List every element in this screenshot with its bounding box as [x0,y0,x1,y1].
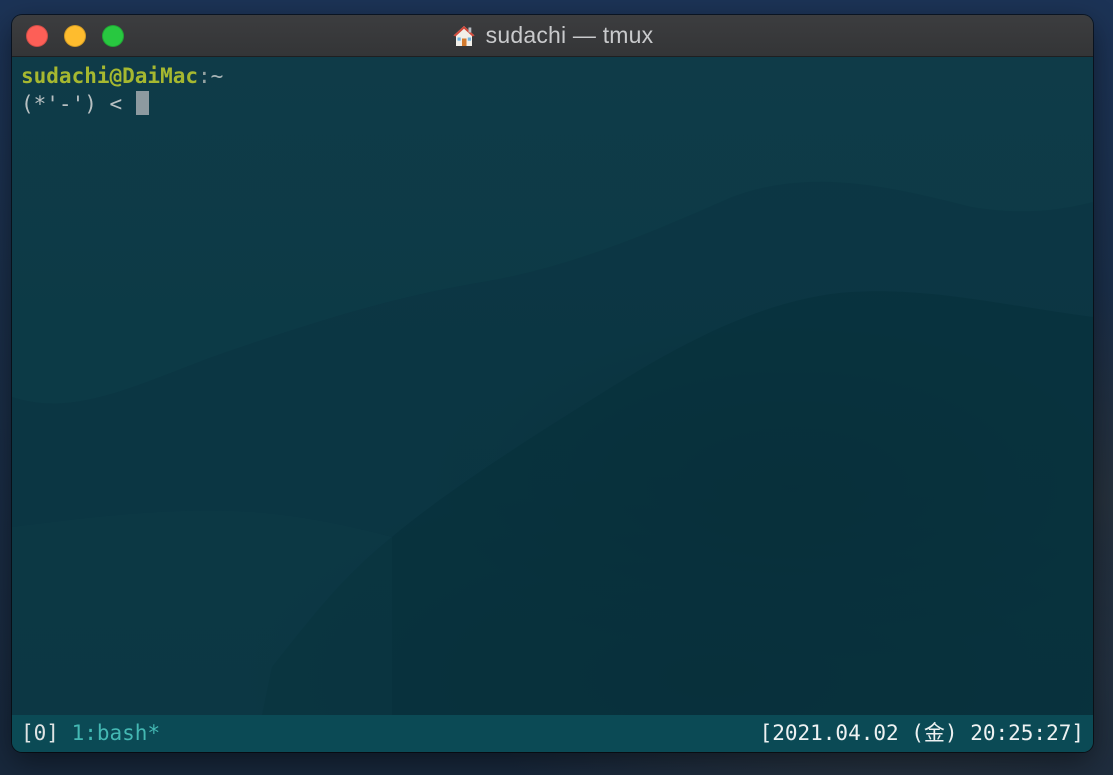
prompt-line: sudachi@DaiMac:~ [21,62,223,90]
status-datetime: [2021.04.02 (金) 20:25:27] [759,721,1084,745]
text-cursor[interactable] [135,91,149,115]
wallpaper-mountain-silhouette [12,181,1093,715]
title-bar[interactable]: sudachi — tmux [12,15,1093,57]
prompt-face: (*'-') < [21,92,135,116]
desktop-background: sudachi — tmux sudachi@DaiMac:~ (*'-') <… [0,0,1113,775]
prompt-separator: : [198,64,211,88]
window-title-group: sudachi — tmux [12,15,1093,56]
session-indicator: [0] [21,721,59,745]
prompt-user-host: sudachi@DaiMac [21,64,199,88]
status-left: [0] 1:bash* [21,715,160,752]
window-title: sudachi — tmux [485,22,654,48]
prompt-working-directory: ~ [210,64,224,88]
terminal-window[interactable]: sudachi — tmux sudachi@DaiMac:~ (*'-') <… [12,15,1093,752]
input-line[interactable]: (*'-') < [21,90,149,118]
tmux-window-tab[interactable]: 1:bash* [72,721,161,745]
terminal-content[interactable]: sudachi@DaiMac:~ (*'-') < [12,57,1093,715]
tmux-status-bar: [0] 1:bash* [2021.04.02 (金) 20:25:27] [12,715,1093,752]
home-icon [453,25,475,46]
